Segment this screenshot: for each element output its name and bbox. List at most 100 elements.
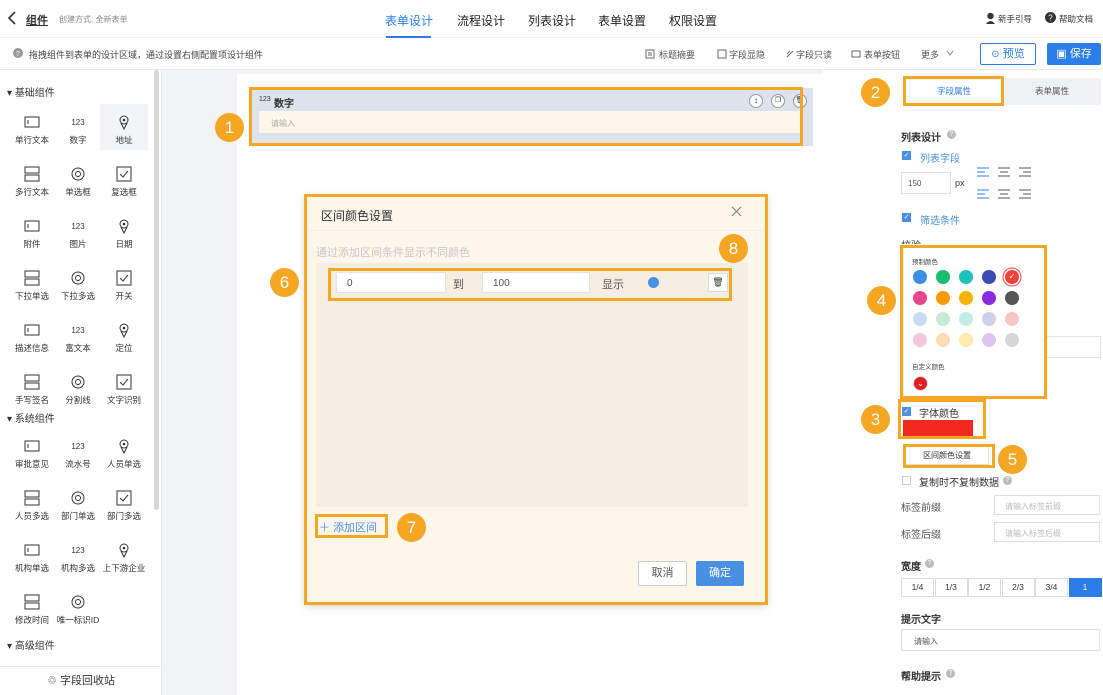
system-component-icon-2	[119, 439, 129, 454]
tab-permission-settings[interactable]: 权限设置	[669, 12, 717, 29]
back-icon[interactable]	[7, 11, 17, 25]
svg-text:123: 123	[71, 326, 85, 335]
align-center-icon-2[interactable]	[998, 189, 1010, 199]
suffix-input[interactable]: 请输入标签后缀	[994, 522, 1100, 542]
drag-hint: 拖拽组件到表单的设计区域，通过设置右侧配置项设计组件	[29, 50, 264, 60]
highlight-range-button	[903, 444, 995, 468]
tip-input[interactable]: 请输入	[901, 629, 1100, 651]
tab-form-settings[interactable]: 表单设置	[598, 12, 646, 29]
preview-label: 预览	[1002, 48, 1025, 60]
basic-component-icon-14	[119, 323, 129, 338]
align-left-icon-2[interactable]	[977, 189, 989, 199]
system-component-label-2: 人员单选	[106, 459, 141, 469]
width-option-4[interactable]: 3/4	[1035, 578, 1068, 597]
badge-5: 5	[998, 445, 1027, 474]
basic-component-10[interactable]: 下拉多选	[54, 260, 102, 306]
guide-link[interactable]: 新手引导	[998, 13, 1032, 25]
help-tip-title: 帮助提示	[901, 672, 941, 683]
form-buttons-button[interactable]: 表单按钮	[864, 48, 900, 61]
basic-components-heading[interactable]: ▾ 基础组件	[7, 84, 55, 99]
copy-data-label: 复制时不复制数据	[919, 478, 999, 489]
basic-component-11[interactable]: 开关	[100, 260, 148, 306]
basic-component-7[interactable]: 123 图片	[54, 208, 102, 254]
system-component-10[interactable]: 唯一标识ID	[54, 584, 102, 630]
basic-component-icon-15	[24, 374, 40, 390]
basic-component-4[interactable]: 单选框	[54, 156, 102, 202]
system-component-9[interactable]: 修改时间	[8, 584, 56, 630]
tab-form-design[interactable]: 表单设计	[385, 12, 433, 29]
tab-list-design[interactable]: 列表设计	[528, 12, 576, 29]
basic-component-15[interactable]: 手写签名	[8, 364, 56, 410]
basic-component-12[interactable]: 描述信息	[8, 312, 56, 358]
column-width-unit: px	[955, 178, 965, 188]
basic-component-6[interactable]: 附件	[8, 208, 56, 254]
basic-component-label-14: 定位	[115, 343, 133, 353]
list-field-checkbox[interactable]: ✓	[902, 151, 911, 160]
width-option-3[interactable]: 2/3	[1001, 578, 1035, 597]
system-component-1[interactable]: 123 流水号	[54, 428, 102, 474]
tab-form-properties[interactable]: 表单属性	[1005, 80, 1099, 103]
align-right-icon-2[interactable]	[1019, 189, 1031, 199]
basic-component-label-3: 多行文本	[14, 187, 49, 197]
system-component-label-8: 上下游企业	[102, 563, 146, 573]
basic-component-9[interactable]: 下拉单选	[8, 260, 56, 306]
width-option-1[interactable]: 1/3	[934, 578, 968, 597]
basic-component-16[interactable]: 分割线	[54, 364, 102, 410]
copy-data-checkbox[interactable]	[902, 476, 911, 485]
width-option-5[interactable]: 1	[1068, 578, 1102, 597]
field-visibility-button[interactable]: 字段显隐	[729, 48, 765, 61]
width-option-0[interactable]: 1/4	[901, 578, 934, 597]
system-components-heading[interactable]: ▾ 系统组件	[7, 410, 55, 425]
width-option-2[interactable]: 1/2	[968, 578, 1001, 597]
system-component-icon-1: 123	[71, 442, 85, 451]
basic-component-label-7: 图片	[69, 239, 87, 249]
system-component-3[interactable]: 人员多选	[8, 480, 56, 526]
align-right-icon[interactable]	[1019, 167, 1031, 177]
system-component-5[interactable]: 部门多选	[100, 480, 148, 526]
basic-component-label-1: 数字	[69, 135, 87, 145]
basic-component-17[interactable]: 文字识别	[100, 364, 148, 410]
save-label: 保存	[1069, 48, 1092, 60]
basic-component-5[interactable]: 复选框	[100, 156, 148, 202]
filter-checkbox[interactable]: ✓	[902, 213, 911, 222]
back-label[interactable]: 组件	[26, 12, 48, 28]
panel-scrollbar[interactable]	[154, 70, 159, 510]
field-readonly-button[interactable]: 字段只读	[796, 48, 832, 61]
prefix-input[interactable]: 请输入标签前缀	[994, 495, 1100, 515]
highlight-font-color	[898, 399, 986, 439]
list-design-title: 列表设计	[901, 133, 941, 144]
basic-component-icon-7: 123	[71, 222, 85, 231]
system-component-4[interactable]: 部门单选	[54, 480, 102, 526]
system-component-6[interactable]: 机构单选	[8, 532, 56, 578]
system-component-0[interactable]: 审批意见	[8, 428, 56, 474]
more-dropdown[interactable]: 更多	[921, 48, 939, 61]
badge-3: 3	[861, 405, 890, 434]
basic-component-1[interactable]: 123 数字	[54, 104, 102, 150]
help-link[interactable]: 帮助文档	[1059, 13, 1093, 25]
basic-component-0[interactable]: 单行文本	[8, 104, 56, 150]
system-component-7[interactable]: 123 机构多选	[54, 532, 102, 578]
basic-component-2[interactable]: 地址	[100, 104, 148, 150]
hint-icon: ?	[13, 48, 23, 58]
system-component-label-3: 人员多选	[14, 511, 49, 521]
basic-component-3[interactable]: 多行文本	[8, 156, 56, 202]
align-left-icon[interactable]	[977, 167, 989, 177]
tab-flow-design[interactable]: 流程设计	[457, 12, 505, 29]
column-width-input[interactable]: 150	[901, 172, 951, 194]
copy-info-icon: ?	[1003, 476, 1012, 485]
preview-button[interactable]: ⊙ 预览	[980, 43, 1036, 65]
basic-component-13[interactable]: 123 富文本	[54, 312, 102, 358]
preview-icon: ⊙	[991, 49, 1000, 60]
title-summary-button[interactable]: 标题摘要	[659, 48, 695, 61]
highlight-field-tab	[903, 76, 1004, 106]
save-button[interactable]: ▣ 保存	[1047, 43, 1101, 65]
svg-text:?: ?	[16, 51, 20, 58]
system-component-2[interactable]: 人员单选	[100, 428, 148, 474]
recycle-bin-button[interactable]: ♲ 字段回收站	[0, 666, 162, 695]
basic-component-14[interactable]: 定位	[100, 312, 148, 358]
basic-component-8[interactable]: 日期	[100, 208, 148, 254]
system-component-8[interactable]: 上下游企业	[100, 532, 148, 578]
badge-4: 4	[867, 286, 896, 315]
align-center-icon[interactable]	[998, 167, 1010, 177]
advanced-components-heading[interactable]: ▾ 高级组件	[7, 637, 55, 652]
